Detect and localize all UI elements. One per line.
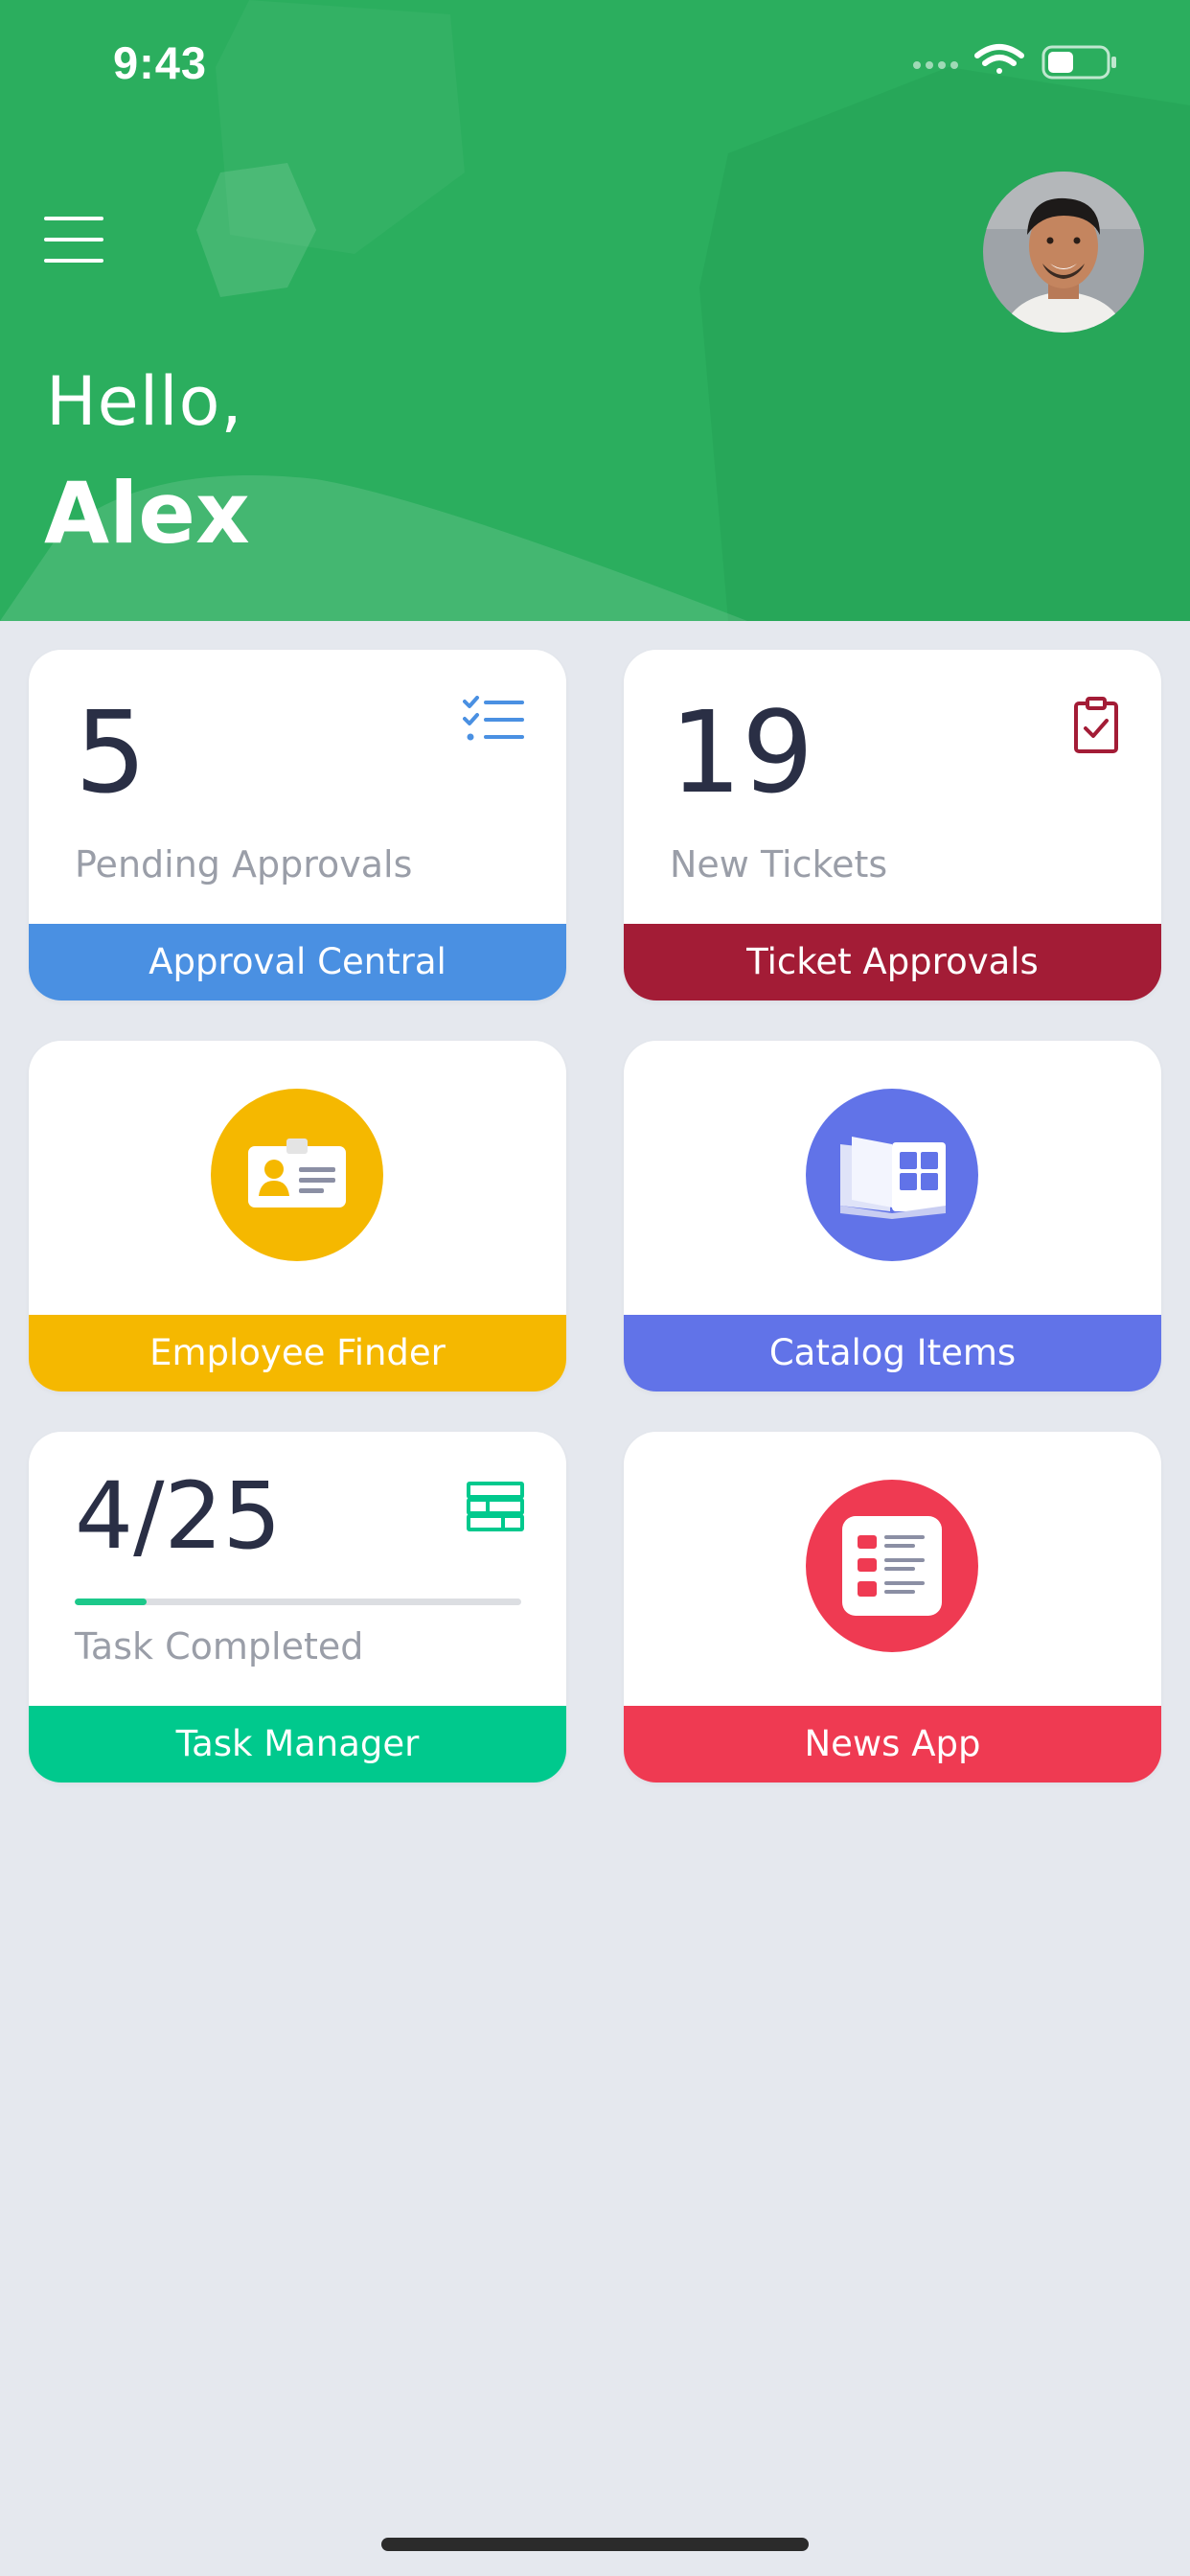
employee-finder-card[interactable]: Employee Finder [29,1041,566,1392]
clipboard-check-icon [1074,697,1118,753]
news-app-label: News App [624,1706,1161,1782]
news-app-card[interactable]: News App [624,1432,1161,1782]
task-progress-bar [75,1598,521,1605]
new-tickets-count: 19 [670,686,814,818]
id-badge-icon [248,1138,346,1208]
battery-icon [1041,45,1116,80]
user-avatar-icon [983,172,1144,333]
ticket-approvals-label: Ticket Approvals [624,924,1161,1000]
news-app-icon-circle [806,1480,978,1652]
header: 9:43 Hello, Alex [0,0,1190,621]
pending-approvals-count: 5 [75,686,148,818]
home-indicator[interactable] [381,2538,809,2551]
status-time: 9:43 [113,37,208,88]
ticket-approvals-card[interactable]: 19 New Tickets Ticket Approvals [624,650,1161,1000]
new-tickets-label: New Tickets [670,843,888,886]
task-progress-fill [75,1598,147,1605]
status-icons [913,44,1116,80]
catalog-items-card[interactable]: Catalog Items [624,1041,1161,1392]
news-list-icon [842,1516,942,1616]
task-manager-label: Task Manager [29,1706,566,1782]
catalog-items-icon-circle [806,1089,978,1261]
table-grid-icon [467,1482,524,1531]
task-completed-label: Task Completed [75,1625,364,1668]
pending-approvals-label: Pending Approvals [75,843,413,886]
catalog-items-label: Catalog Items [624,1315,1161,1392]
task-manager-card[interactable]: 4/25 Task Completed Task Manager [29,1432,566,1782]
user-name: Alex [44,464,250,563]
greeting-text: Hello, [46,362,243,441]
employee-finder-label: Employee Finder [29,1315,566,1392]
checklist-icon [463,696,524,741]
avatar[interactable] [983,172,1144,333]
task-completed-count: 4/25 [75,1462,282,1570]
menu-button[interactable] [40,209,109,266]
approval-central-card[interactable]: 5 Pending Approvals Approval Central [29,650,566,1000]
catalog-book-icon [840,1137,946,1219]
approval-central-label: Approval Central [29,924,566,1000]
hamburger-menu-icon [44,217,103,263]
cellular-signal-icon [913,61,958,69]
employee-finder-icon-circle [211,1089,383,1261]
wifi-icon [974,44,1024,74]
